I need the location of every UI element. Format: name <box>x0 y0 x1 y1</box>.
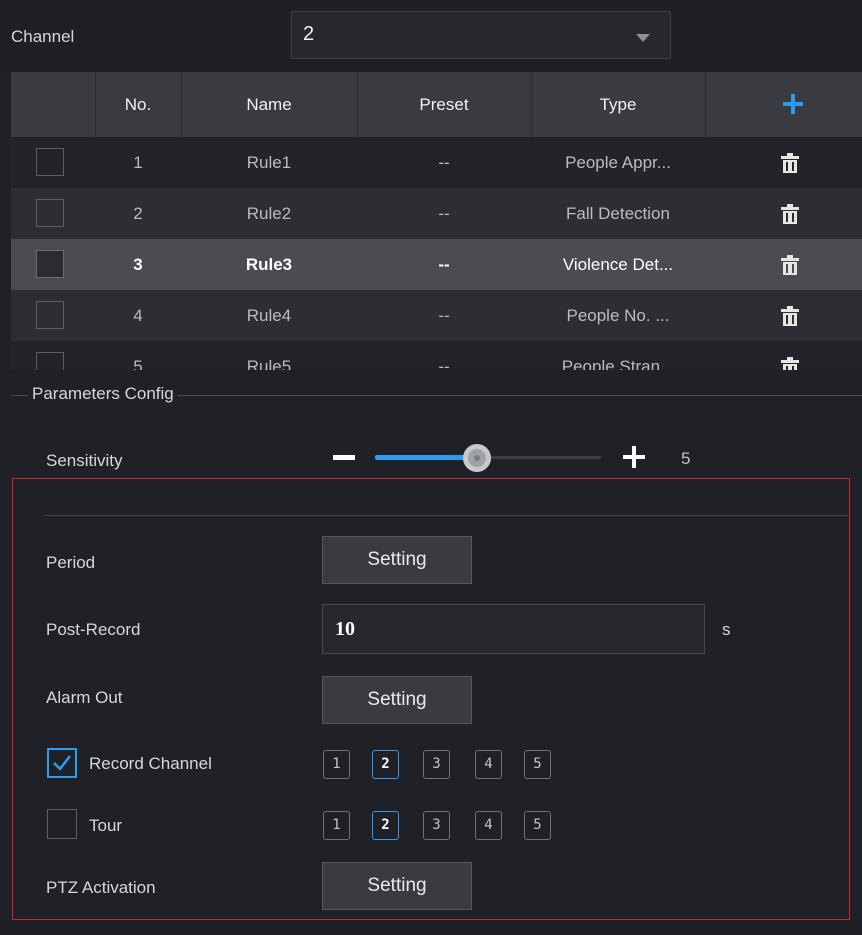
parameters-config-title: Parameters Config <box>28 384 178 404</box>
channel-bar: Channel 2 <box>0 0 862 72</box>
header-no: No. <box>124 95 152 114</box>
sensitivity-increase-plus-icon[interactable] <box>623 446 645 468</box>
table-row[interactable]: 1 Rule1 -- People Appr... <box>11 137 862 188</box>
header-preset: Preset <box>419 95 469 114</box>
row-checkbox[interactable] <box>36 199 64 227</box>
record-channel-checkbox[interactable] <box>47 748 77 778</box>
row-type: Violence Det... <box>562 255 674 274</box>
tour-checkbox[interactable] <box>47 809 77 839</box>
post-record-input[interactable]: 10 <box>322 604 705 654</box>
record-channel-4[interactable]: 4 <box>475 750 502 779</box>
row-preset: -- <box>438 357 450 370</box>
row-type: People No. ... <box>566 306 670 325</box>
record-channel-2[interactable]: 2 <box>372 750 399 779</box>
row-no: 3 <box>133 255 143 274</box>
row-no: 1 <box>133 153 143 172</box>
record-channel-3[interactable]: 3 <box>423 750 450 779</box>
table-row[interactable]: 4 Rule4 -- People No. ... <box>11 290 862 341</box>
sensitivity-value: 5 <box>681 449 691 468</box>
trash-icon[interactable] <box>779 254 801 276</box>
record-channel-label: Record Channel <box>89 754 212 773</box>
row-type: People Appr... <box>565 153 671 172</box>
header-separator <box>705 72 706 137</box>
row-checkbox[interactable] <box>36 352 64 370</box>
sensitivity-decrease-minus-icon[interactable] <box>333 455 355 460</box>
row-name: Rule2 <box>246 204 292 223</box>
channel-select[interactable]: 2 <box>291 11 671 59</box>
row-no: 5 <box>133 357 143 370</box>
post-record-label: Post-Record <box>46 620 141 639</box>
row-name: Rule4 <box>246 306 292 325</box>
tour-channel-3[interactable]: 3 <box>423 811 450 840</box>
alarm-out-setting-button[interactable]: Setting <box>322 676 472 724</box>
row-name: Rule5 <box>246 357 292 370</box>
add-rule-plus-icon[interactable] <box>783 94 803 114</box>
alarm-out-label: Alarm Out <box>46 688 123 707</box>
period-label: Period <box>46 553 96 572</box>
chevron-down-icon <box>636 34 650 42</box>
rule-table: No. Name Preset Type 1 Rule1 -- People A… <box>11 72 862 370</box>
post-record-unit: s <box>722 620 731 639</box>
period-setting-button[interactable]: Setting <box>322 536 472 584</box>
record-channel-5[interactable]: 5 <box>524 750 551 779</box>
row-name: Rule1 <box>246 153 292 172</box>
row-type: People Stran... <box>561 357 675 370</box>
row-checkbox[interactable] <box>36 301 64 329</box>
row-name: Rule3 <box>245 255 293 274</box>
row-no: 4 <box>133 306 143 325</box>
trash-icon[interactable] <box>779 152 801 174</box>
tour-channel-5[interactable]: 5 <box>524 811 551 840</box>
channel-select-value: 2 <box>303 23 315 45</box>
panel-divider <box>44 515 848 516</box>
check-icon <box>53 755 71 771</box>
row-preset: -- <box>438 153 450 172</box>
tour-label: Tour <box>89 816 123 835</box>
table-row-selected[interactable]: 3 Rule3 -- Violence Det... <box>11 239 862 290</box>
row-type: Fall Detection <box>566 204 670 223</box>
trash-icon[interactable] <box>779 356 801 370</box>
row-preset: -- <box>438 255 450 274</box>
tour-channel-4[interactable]: 4 <box>475 811 502 840</box>
sensitivity-slider-handle[interactable] <box>463 444 491 472</box>
bottom-strip <box>0 920 862 935</box>
row-no: 2 <box>133 204 143 223</box>
row-preset: -- <box>438 306 450 325</box>
row-checkbox[interactable] <box>36 148 64 176</box>
record-channel-1[interactable]: 1 <box>323 750 350 779</box>
table-row[interactable]: 2 Rule2 -- Fall Detection <box>11 188 862 239</box>
trash-icon[interactable] <box>779 305 801 327</box>
ptz-activation-label: PTZ Activation <box>46 878 156 897</box>
tour-channel-1[interactable]: 1 <box>323 811 350 840</box>
header-type: Type <box>599 95 637 114</box>
row-checkbox[interactable] <box>36 250 64 278</box>
header-name: Name <box>246 95 292 114</box>
sensitivity-label: Sensitivity <box>46 451 123 470</box>
trash-icon[interactable] <box>779 203 801 225</box>
ptz-activation-setting-button[interactable]: Setting <box>322 862 472 910</box>
tour-channel-2[interactable]: 2 <box>372 811 399 840</box>
channel-label: Channel <box>11 27 75 46</box>
linkage-settings-panel: Period Setting Post-Record 10 s Alarm Ou… <box>12 478 850 920</box>
table-row[interactable]: 5 Rule5 -- People Stran... <box>11 341 862 370</box>
table-header: No. Name Preset Type <box>11 72 862 137</box>
row-preset: -- <box>438 204 450 223</box>
